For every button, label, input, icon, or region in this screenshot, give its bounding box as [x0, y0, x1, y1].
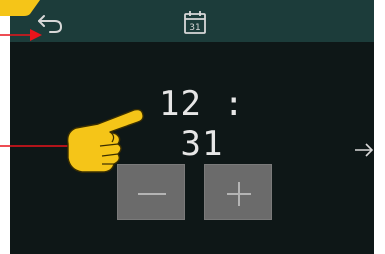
right-arrow-icon[interactable] — [353, 141, 375, 159]
time-display: 12 : 31 — [159, 84, 245, 164]
calendar-icon: 31 — [184, 11, 206, 34]
highlight-badge — [0, 0, 40, 16]
top-bar: 31 — [10, 0, 374, 42]
plus-icon — [227, 182, 251, 206]
calendar-day: 31 — [189, 23, 200, 33]
pointer-arrow-back — [0, 29, 42, 41]
increment-button[interactable] — [204, 164, 272, 220]
back-arrow-icon[interactable] — [38, 10, 66, 34]
pointing-hand-icon — [66, 108, 144, 173]
